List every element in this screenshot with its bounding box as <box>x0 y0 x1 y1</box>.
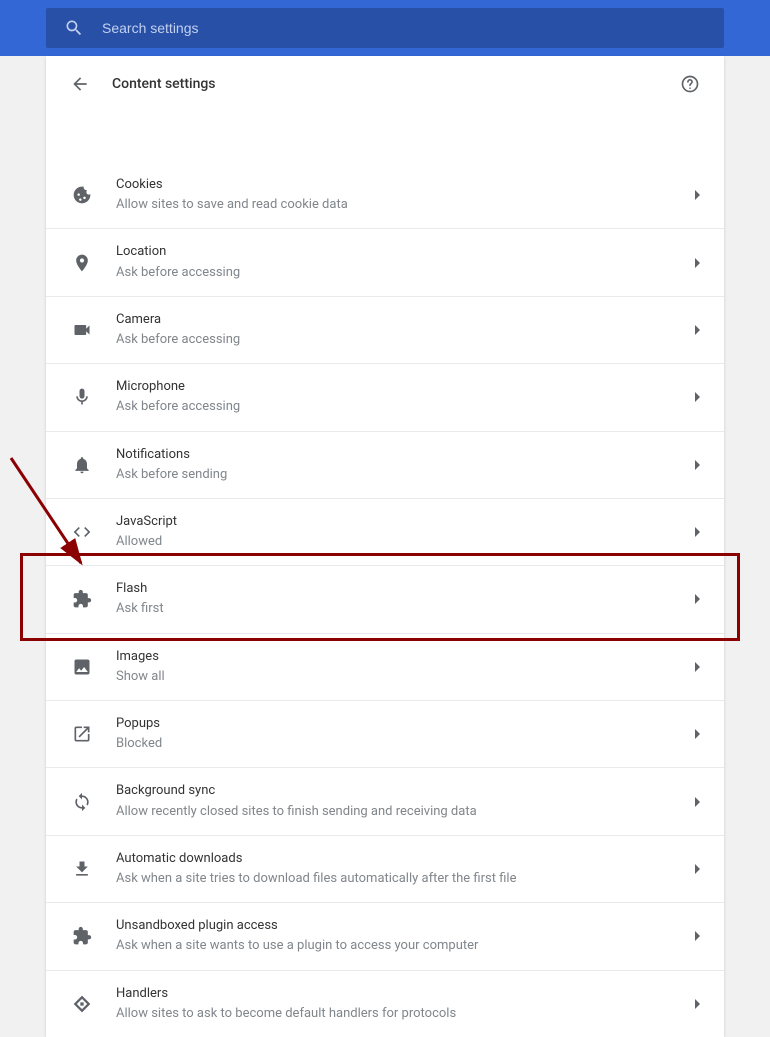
setting-row-javascript[interactable]: JavaScript Allowed <box>46 498 724 565</box>
row-title: Automatic downloads <box>116 850 683 868</box>
row-title: Camera <box>116 311 683 329</box>
sync-icon <box>70 790 94 814</box>
help-icon[interactable] <box>680 74 700 94</box>
chevron-right-icon <box>695 999 700 1009</box>
row-subtitle: Blocked <box>116 735 683 753</box>
row-title: Notifications <box>116 446 683 464</box>
chevron-right-icon <box>695 864 700 874</box>
search-icon <box>64 18 84 38</box>
popup-icon <box>70 722 94 746</box>
chevron-right-icon <box>695 797 700 807</box>
setting-row-background-sync[interactable]: Background sync Allow recently closed sit… <box>46 767 724 834</box>
row-title: Background sync <box>116 782 683 800</box>
setting-row-camera[interactable]: Camera Ask before accessing <box>46 296 724 363</box>
row-subtitle: Allow sites to ask to become default han… <box>116 1005 683 1023</box>
row-title: Microphone <box>116 378 683 396</box>
download-icon <box>70 857 94 881</box>
row-subtitle: Ask before accessing <box>116 331 683 349</box>
plugin-icon <box>70 924 94 948</box>
row-title: JavaScript <box>116 513 683 531</box>
row-subtitle: Ask first <box>116 600 683 618</box>
camera-icon <box>70 318 94 342</box>
row-title: Popups <box>116 715 683 733</box>
chevron-right-icon <box>695 258 700 268</box>
chevron-right-icon <box>695 931 700 941</box>
setting-row-images[interactable]: Images Show all <box>46 633 724 700</box>
setting-row-handlers[interactable]: Handlers Allow sites to ask to become def… <box>46 970 724 1037</box>
search-input[interactable] <box>102 20 706 36</box>
row-subtitle: Ask before accessing <box>116 398 683 416</box>
row-subtitle: Ask when a site tries to download files … <box>116 870 683 888</box>
header-bar <box>0 0 770 56</box>
row-subtitle: Allow recently closed sites to finish se… <box>116 803 683 821</box>
content-card: Content settings Cookies Allow sites to s… <box>46 56 724 1037</box>
chevron-right-icon <box>695 325 700 335</box>
row-title: Flash <box>116 580 683 598</box>
setting-row-automatic-downloads[interactable]: Automatic downloads Ask when a site tries… <box>46 835 724 902</box>
chevron-right-icon <box>695 527 700 537</box>
code-icon <box>70 520 94 544</box>
row-title: Handlers <box>116 985 683 1003</box>
row-subtitle: Ask when a site wants to use a plugin to… <box>116 937 683 955</box>
row-title: Cookies <box>116 176 683 194</box>
row-subtitle: Allowed <box>116 533 683 551</box>
setting-row-flash[interactable]: Flash Ask first <box>46 565 724 632</box>
chevron-right-icon <box>695 392 700 402</box>
back-arrow-icon[interactable] <box>70 74 90 94</box>
row-title: Location <box>116 243 683 261</box>
location-icon <box>70 251 94 275</box>
microphone-icon <box>70 385 94 409</box>
plugin-icon <box>70 587 94 611</box>
search-container[interactable] <box>46 8 724 48</box>
row-title: Unsandboxed plugin access <box>116 917 683 935</box>
handlers-icon <box>70 992 94 1016</box>
setting-row-unsandboxed-plugin[interactable]: Unsandboxed plugin access Ask when a site… <box>46 902 724 969</box>
setting-row-location[interactable]: Location Ask before accessing <box>46 228 724 295</box>
cookie-icon <box>70 183 94 207</box>
page-title: Content settings <box>112 76 658 92</box>
setting-row-notifications[interactable]: Notifications Ask before sending <box>46 431 724 498</box>
image-icon <box>70 655 94 679</box>
setting-row-microphone[interactable]: Microphone Ask before accessing <box>46 363 724 430</box>
row-subtitle: Ask before accessing <box>116 264 683 282</box>
settings-list: Cookies Allow sites to save and read cook… <box>46 162 724 1037</box>
bell-icon <box>70 453 94 477</box>
setting-row-popups[interactable]: Popups Blocked <box>46 700 724 767</box>
chevron-right-icon <box>695 594 700 604</box>
row-title: Images <box>116 648 683 666</box>
chevron-right-icon <box>695 190 700 200</box>
card-header: Content settings <box>46 56 724 112</box>
setting-row-cookies[interactable]: Cookies Allow sites to save and read cook… <box>46 162 724 228</box>
row-subtitle: Allow sites to save and read cookie data <box>116 196 683 214</box>
row-subtitle: Ask before sending <box>116 466 683 484</box>
chevron-right-icon <box>695 662 700 672</box>
chevron-right-icon <box>695 460 700 470</box>
row-subtitle: Show all <box>116 668 683 686</box>
chevron-right-icon <box>695 729 700 739</box>
